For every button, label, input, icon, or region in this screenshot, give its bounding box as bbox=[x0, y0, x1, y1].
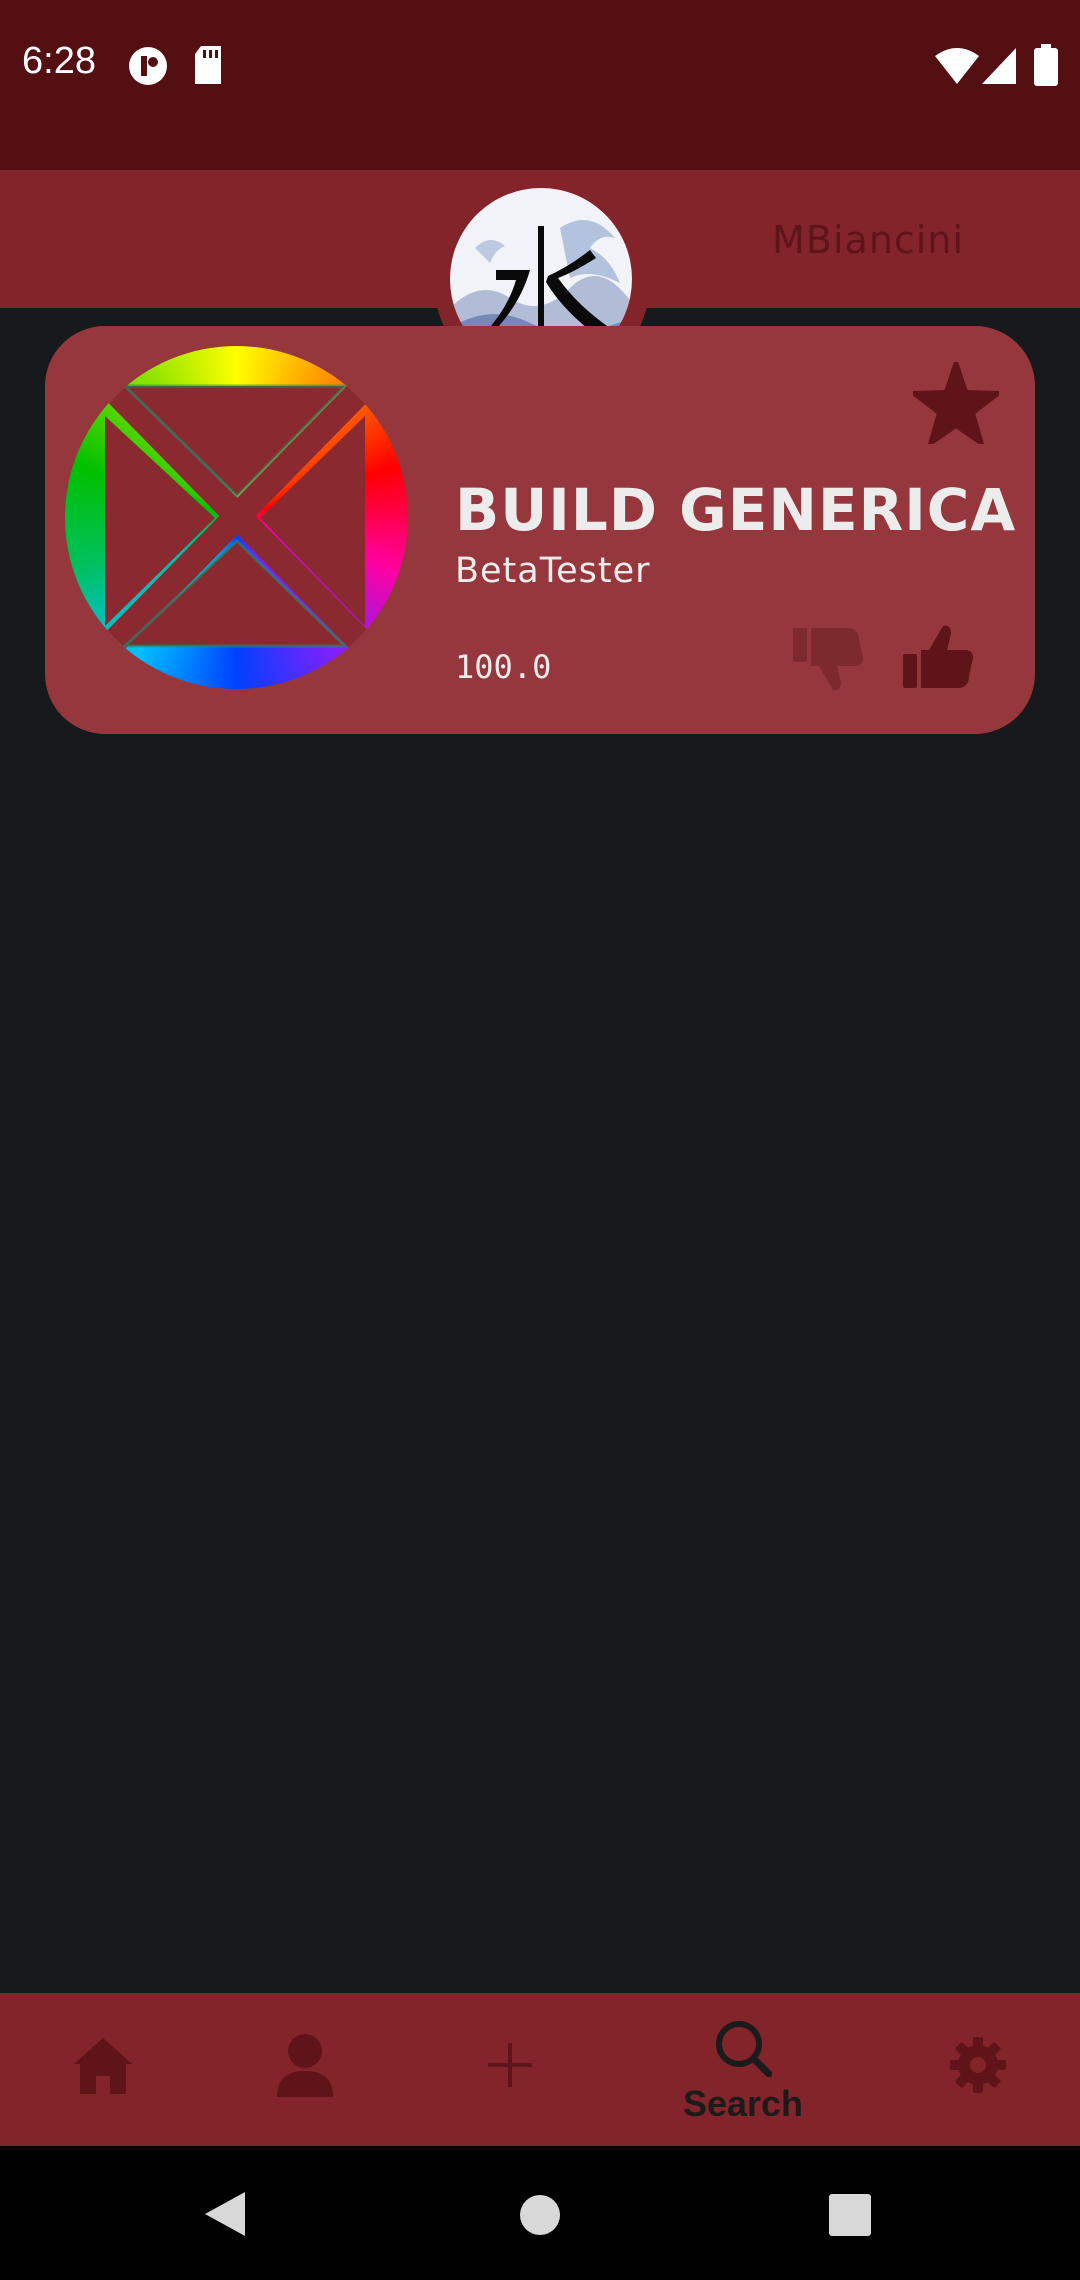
status-bar: 6:28 bbox=[0, 0, 1080, 170]
build-image-pattern bbox=[105, 381, 370, 651]
generic-build-image bbox=[65, 346, 408, 689]
nav-label-search: Search bbox=[682, 2083, 804, 2124]
nav-item-search[interactable]: Search bbox=[658, 1993, 828, 2146]
build-card[interactable]: BUILD GENERICA BetaTester 100.0 bbox=[45, 326, 1035, 734]
home-icon bbox=[74, 2038, 132, 2094]
nav-item-settings[interactable] bbox=[892, 1993, 1062, 2146]
plus-icon bbox=[488, 2043, 532, 2087]
back-icon[interactable] bbox=[205, 2192, 245, 2236]
battery-icon bbox=[1034, 44, 1058, 86]
thumbs-down-icon[interactable] bbox=[793, 626, 863, 692]
build-title: BUILD GENERICA bbox=[455, 476, 1017, 544]
search-icon bbox=[716, 2021, 772, 2077]
system-nav-bar bbox=[0, 2146, 1080, 2280]
status-time: 6:28 bbox=[22, 40, 96, 82]
thumbs-up-icon[interactable] bbox=[903, 624, 973, 690]
user-icon bbox=[277, 2034, 333, 2097]
build-score: 100.0 bbox=[455, 648, 552, 686]
username-label[interactable]: MBiancini bbox=[772, 218, 964, 262]
nav-item-add[interactable] bbox=[425, 1993, 595, 2146]
signal-icon bbox=[982, 48, 1016, 84]
wifi-icon bbox=[935, 48, 979, 84]
home-circle-icon[interactable] bbox=[519, 2194, 561, 2236]
nav-item-home[interactable] bbox=[18, 1993, 188, 2146]
favorite-star-icon[interactable] bbox=[913, 362, 999, 444]
recents-icon[interactable] bbox=[829, 2194, 871, 2236]
build-author: BetaTester bbox=[455, 551, 651, 591]
gear-icon bbox=[950, 2037, 1006, 2093]
nav-item-profile[interactable] bbox=[220, 1993, 390, 2146]
bottom-nav: Search bbox=[0, 1993, 1080, 2146]
sd-card-icon bbox=[195, 46, 221, 84]
app-notification-icon bbox=[129, 47, 167, 85]
